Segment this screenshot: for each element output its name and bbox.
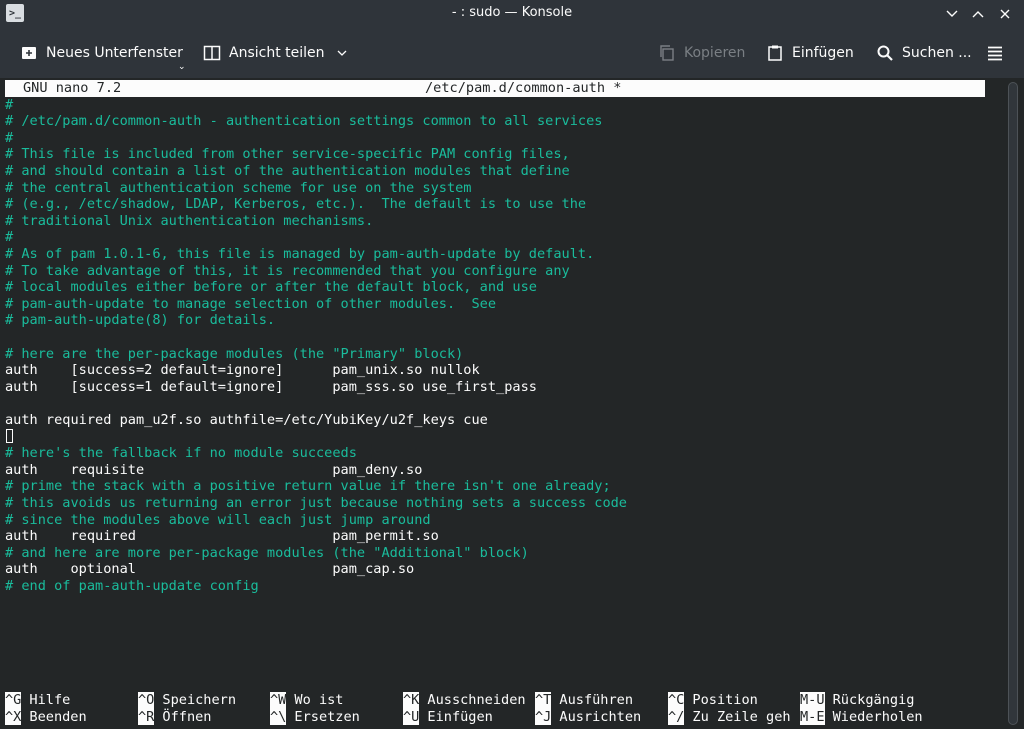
split-view-label: Ansicht teilen <box>229 45 325 61</box>
close-icon[interactable] <box>993 2 1017 26</box>
editor-line: auth [success=1 default=ignore] pam_sss.… <box>5 378 537 395</box>
shortcut-key: ^/ <box>668 708 685 726</box>
editor-line: # As of pam 1.0.1-6, this file is manage… <box>5 246 595 262</box>
split-view-button[interactable]: Ansicht teilen <box>203 41 351 65</box>
window-titlebar: >_ - : sudo — Konsole <box>0 0 1024 28</box>
new-tab-label: Neues Unterfenster <box>46 45 183 61</box>
chevron-down-icon[interactable] <box>940 2 964 26</box>
editor-line: # the central authentication scheme for … <box>5 179 472 196</box>
shortcut-key: M-E <box>800 708 825 726</box>
chevron-up-icon[interactable] <box>966 2 990 26</box>
shortcut-label: Wiederholen <box>832 708 923 725</box>
editor-line: # local modules either before or after t… <box>5 279 537 296</box>
chevron-down-icon <box>333 44 351 62</box>
paste-label: Einfügen <box>792 45 854 61</box>
shortcut-label: Beenden <box>29 708 87 725</box>
split-view-icon <box>203 44 221 62</box>
editor-line: # here's the fallback if no module succe… <box>5 445 357 462</box>
shortcut-key: ^J <box>535 708 552 726</box>
editor-line: auth required pam_u2f.so authfile=/etc/Y… <box>5 412 488 428</box>
terminal-scrollbar[interactable] <box>1004 78 1024 729</box>
shortcut-label: Ausschneiden <box>427 692 526 708</box>
editor-line: # <box>5 129 14 146</box>
editor-line: # and here are more per-package modules … <box>5 544 529 561</box>
new-tab-icon <box>20 44 38 62</box>
shortcut-label: Speichern <box>162 692 237 708</box>
shortcut-label: Einfügen <box>427 708 493 725</box>
shortcut-key: ^W <box>270 692 287 709</box>
editor-line: # This file is included from other servi… <box>5 146 570 163</box>
scrollbar-thumb[interactable] <box>1008 82 1018 725</box>
shortcut-label: Ersetzen <box>294 708 360 725</box>
shortcut-label: Zu Zeile geh <box>692 708 791 725</box>
shortcut-key: ^K <box>403 692 420 709</box>
shortcut-key: ^\ <box>270 708 287 726</box>
editor-line: # prime the stack with a positive return… <box>5 478 611 495</box>
editor-line: # pam-auth-update(8) for details. <box>5 312 276 329</box>
shortcut-key: ^R <box>138 708 155 726</box>
shortcut-label: Ausrichten <box>559 708 642 725</box>
editor-line: # this avoids us returning an error just… <box>5 495 627 511</box>
shortcut-label: Öffnen <box>162 708 212 725</box>
new-tab-button[interactable]: Neues Unterfenster <box>20 41 183 65</box>
paste-icon <box>766 44 784 62</box>
shortcut-label: Position <box>692 692 758 708</box>
chevron-down-icon[interactable]: ⌄ <box>178 62 186 72</box>
hamburger-menu-icon <box>986 44 1004 62</box>
editor-line: # <box>5 229 14 246</box>
toolbar: Neues Unterfenster ⌄ Ansicht teilen Kopi… <box>0 28 1024 78</box>
editor-line: # traditional Unix authentication mechan… <box>5 212 374 229</box>
shortcut-key: ^T <box>535 692 552 709</box>
editor-line: # /etc/pam.d/common-auth - authenticatio… <box>5 113 603 130</box>
editor-line: # To take advantage of this, it is recom… <box>5 262 570 279</box>
shortcut-label: Rückgängig <box>832 692 915 708</box>
shortcut-key: M-U <box>800 692 825 709</box>
text-cursor <box>6 429 13 443</box>
window-title: - : sudo — Konsole <box>451 5 573 20</box>
editor-line: # and should contain a list of the authe… <box>5 163 570 179</box>
editor-line: # pam-auth-update to manage selection of… <box>5 295 497 312</box>
search-icon <box>876 44 894 62</box>
paste-button[interactable]: Einfügen <box>766 41 854 65</box>
nano-version: GNU nano 7.2 <box>23 80 122 96</box>
editor-line: auth required pam_permit.so <box>5 528 439 545</box>
copy-button[interactable]: Kopieren <box>658 41 745 65</box>
shortcut-key: ^G <box>5 692 22 709</box>
shortcut-key: ^X <box>5 708 22 726</box>
editor-line: # (e.g., /etc/shadow, LDAP, Kerberos, et… <box>5 196 587 213</box>
copy-label: Kopieren <box>684 45 746 61</box>
search-button[interactable]: Suchen ... <box>876 41 972 65</box>
editor-line: # <box>5 96 14 113</box>
shortcut-label: Hilfe <box>29 692 71 708</box>
editor-line: # since the modules above will each just… <box>5 511 431 528</box>
editor-line: auth [success=2 default=ignore] pam_unix… <box>5 362 480 379</box>
copy-icon <box>658 44 676 62</box>
hamburger-menu-button[interactable] <box>986 41 1004 65</box>
editor-line: auth requisite pam_deny.so <box>5 461 423 478</box>
shortcut-label: Wo ist <box>294 692 344 708</box>
editor-line: # here are the per-package modules (the … <box>5 345 464 362</box>
shortcut-key: ^U <box>403 708 420 726</box>
nano-title-bar: GNU nano 7.2/etc/pam.d/common-auth * <box>5 80 985 97</box>
shortcut-key: ^O <box>138 692 155 709</box>
shortcut-key: ^C <box>668 692 685 709</box>
editor-line: # end of pam-auth-update config <box>5 578 259 594</box>
terminal-view[interactable]: GNU nano 7.2/etc/pam.d/common-auth * # #… <box>0 78 1004 729</box>
nano-filename: /etc/pam.d/common-auth * <box>425 80 622 96</box>
search-label: Suchen ... <box>902 45 972 61</box>
shortcut-label: Ausführen <box>559 692 634 708</box>
editor-line: auth optional pam_cap.so <box>5 561 415 578</box>
